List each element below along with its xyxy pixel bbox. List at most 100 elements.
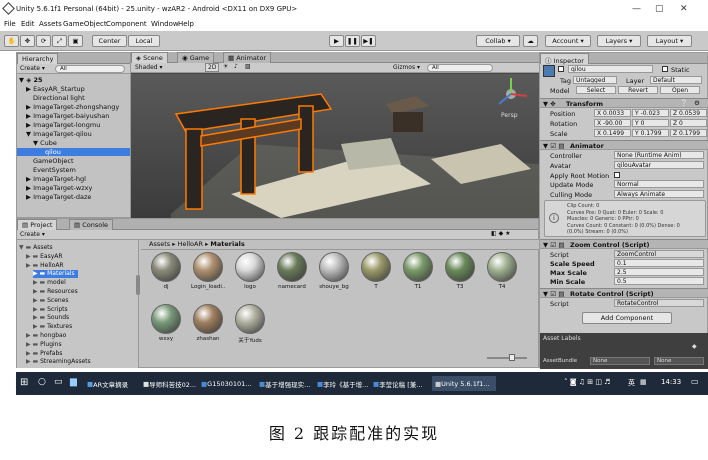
rotation-y-field[interactable]: Y 0 — [632, 119, 669, 127]
material-asset[interactable]: dj — [149, 252, 183, 290]
rotation-x-field[interactable]: X -90.00 — [594, 119, 631, 127]
update-mode-dropdown[interactable]: Normal — [614, 180, 704, 188]
menu-assets[interactable]: Assets — [39, 20, 62, 28]
hierarchy-item-hgl[interactable]: ▶ ImageTarget-hgl — [26, 175, 86, 183]
scale-speed-field[interactable]: 0.1 — [614, 259, 704, 267]
settings-gear-icon[interactable]: ⚙ — [694, 99, 700, 107]
system-tray-icons[interactable]: ˄ ◙ ♫ ⊞ ◫ ♬ — [564, 378, 610, 386]
menu-gameobject[interactable]: GameObject — [63, 20, 107, 28]
taskbar-app-item[interactable]: ■ 基于增强现实... — [256, 376, 312, 391]
active-checkbox[interactable] — [558, 66, 564, 72]
project-tree-item[interactable]: ▶ ▬ hongbao — [26, 332, 69, 340]
scale-x-field[interactable]: X 0.1499 — [594, 129, 631, 137]
taskbar-app-item[interactable]: ■ G15030101... — [198, 376, 254, 391]
hierarchy-item-gameobject[interactable]: GameObject — [33, 157, 74, 165]
menu-edit[interactable]: Edit — [21, 20, 35, 28]
static-checkbox[interactable] — [662, 66, 668, 72]
root-motion-checkbox[interactable] — [614, 172, 620, 178]
hierarchy-item-longmu[interactable]: ▶ ImageTarget-longmu — [26, 121, 100, 129]
hierarchy-item-zhongshangy[interactable]: ▶ ImageTarget-zhongshangy — [26, 103, 119, 111]
asset-bundle-dropdown[interactable]: None — [590, 357, 650, 365]
material-asset[interactable]: T4 — [485, 252, 519, 290]
taskbar-app-item[interactable]: ■ 导师科苦技02... — [140, 376, 196, 391]
task-view-icon[interactable]: ▭ — [54, 377, 63, 387]
filter-icon[interactable]: ◧ ◆ ★ — [491, 230, 510, 237]
scale-z-field[interactable]: Z 0.1799 — [670, 129, 707, 137]
hierarchy-item-qilou-target[interactable]: ▼ ImageTarget-qilou — [26, 130, 92, 138]
menu-help[interactable]: Help — [178, 20, 194, 28]
menu-component[interactable]: Component — [106, 20, 147, 28]
hierarchy-item-cube[interactable]: ▼ Cube — [33, 139, 57, 147]
hierarchy-item-baiyushan[interactable]: ▶ ImageTarget-baiyushan — [26, 112, 109, 120]
layer-dropdown[interactable]: Default — [650, 76, 702, 84]
close-icon[interactable]: ✕ — [680, 4, 688, 14]
rect-tool-icon[interactable]: ▣ — [68, 35, 83, 47]
cloud-icon[interactable]: ☁ — [523, 35, 538, 47]
step-button[interactable]: ▶❚ — [361, 35, 376, 47]
gizmos-dropdown[interactable]: Gizmos ▾ — [393, 64, 420, 71]
revert-button[interactable]: Revert — [618, 86, 658, 94]
project-create-button[interactable]: Create ▾ — [20, 231, 45, 238]
collab-button[interactable]: Collab ▾ — [476, 35, 520, 47]
breadcrumb-helloar[interactable]: HelloAR — [178, 240, 203, 248]
tab-animator[interactable]: ▦ Animator — [223, 52, 272, 63]
taskbar-app-item[interactable]: ■ Unity 5.6.1f1... — [432, 376, 496, 391]
audio-toggle-icon[interactable]: ♪ — [234, 63, 238, 70]
material-asset[interactable]: T — [359, 252, 393, 290]
material-asset[interactable]: zhashan — [191, 304, 225, 342]
project-tree-item[interactable]: ▼ ▬ Assets — [19, 244, 56, 252]
culling-mode-dropdown[interactable]: Always Animate — [614, 190, 704, 198]
hierarchy-item-daze[interactable]: ▶ ImageTarget-daze — [26, 193, 91, 201]
select-button[interactable]: Select — [576, 86, 616, 94]
tab-hierarchy[interactable]: Hierarchy — [17, 53, 59, 64]
project-tree-item[interactable]: ▶ ▬ Textures — [33, 323, 75, 331]
help-icon[interactable]: ❔ — [680, 99, 688, 107]
hierarchy-item-directional-light[interactable]: Directional light — [33, 94, 85, 102]
project-tree-item[interactable]: ▶ ▬ Plugins — [26, 341, 65, 349]
min-scale-field[interactable]: 0.5 — [614, 277, 704, 285]
rotate-control-header[interactable]: ▼ ☑ ▤ Rotate Control (Script) — [540, 288, 708, 298]
scene-viewport[interactable]: Persp — [131, 74, 539, 218]
scale-tool-icon[interactable]: ⤢ — [52, 35, 67, 47]
animator-header[interactable]: ▼ ☑ ▤ Animator — [540, 140, 708, 150]
persp-label[interactable]: Persp — [501, 112, 518, 119]
tab-game[interactable]: ◉ Game — [177, 52, 215, 63]
zoom-slider-thumb[interactable] — [509, 354, 515, 361]
project-tree-item[interactable]: ▶ ▬ Scenes — [33, 297, 72, 305]
hierarchy-item-easyar-startup[interactable]: ▶ EasyAR_Startup — [26, 85, 85, 93]
rotation-z-field[interactable]: Z 0 — [670, 119, 707, 127]
max-scale-field[interactable]: 2.5 — [614, 268, 704, 276]
menu-window[interactable]: Window — [151, 20, 179, 28]
material-asset[interactable]: T1 — [401, 252, 435, 290]
play-button[interactable]: ▶ — [329, 35, 344, 47]
position-z-field[interactable]: Z 0.0539 — [670, 109, 707, 117]
material-asset[interactable]: namecard — [275, 252, 309, 290]
notification-icon[interactable]: ▭ — [691, 377, 699, 386]
breadcrumb-assets[interactable]: Assets — [149, 240, 170, 248]
move-tool-icon[interactable]: ✥ — [20, 35, 35, 47]
avatar-field[interactable]: qilouAvatar — [614, 161, 704, 169]
scale-y-field[interactable]: Y 0.1799 — [632, 129, 669, 137]
menu-file[interactable]: File — [4, 20, 16, 28]
layers-dropdown[interactable]: Layers ▾ — [597, 35, 641, 47]
project-tree-item[interactable]: ▶ ▬ model — [33, 279, 69, 287]
tab-scene[interactable]: ◈ Scene — [131, 52, 168, 63]
tab-project[interactable]: ▤ Project — [17, 219, 58, 230]
clock[interactable]: 14:33 — [661, 378, 681, 386]
toggle-2d-button[interactable]: 2D — [205, 63, 220, 72]
material-asset[interactable]: wxxy — [149, 304, 183, 342]
light-toggle-icon[interactable]: ☀ — [223, 63, 228, 70]
tab-console[interactable]: ▤ Console — [69, 219, 114, 230]
project-tree-item[interactable]: ▶ ▬ Resources — [33, 288, 81, 296]
input-lang[interactable]: 英 — [628, 378, 635, 388]
hierarchy-item-qilou[interactable]: qilou — [17, 148, 130, 156]
taskbar-app-item[interactable]: ■ 李玲《基于增... — [314, 376, 368, 391]
hierarchy-item-wzxy[interactable]: ▶ ImageTarget-wzxy — [26, 184, 92, 192]
maximize-icon[interactable]: ▢ — [655, 4, 664, 14]
controller-field[interactable]: None (Runtime Anim) — [614, 151, 704, 159]
project-tree-item[interactable]: ▶ ▬ StreamingAssets — [26, 358, 94, 366]
position-x-field[interactable]: X 0.0033 — [594, 109, 631, 117]
project-tree-item[interactable]: ▶ ▬ EasyAR — [26, 253, 66, 261]
material-asset[interactable]: T3 — [443, 252, 477, 290]
open-button[interactable]: Open — [660, 86, 700, 94]
